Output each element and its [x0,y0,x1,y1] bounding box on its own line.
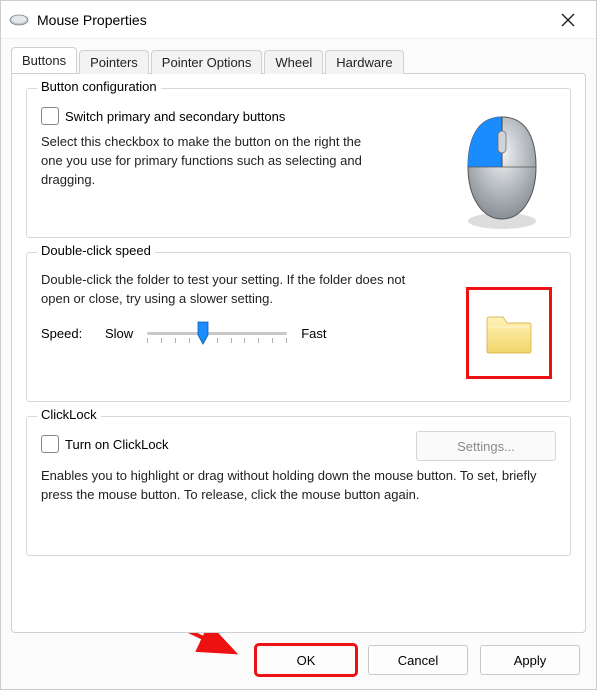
mouse-illustration [452,111,552,234]
switch-buttons-checkbox[interactable] [41,107,59,125]
group-button-configuration: Button configuration Switch primary and … [26,88,571,238]
cancel-button[interactable]: Cancel [368,645,468,675]
switch-buttons-label: Switch primary and secondary buttons [65,109,285,124]
button-label: OK [297,653,316,668]
tabstrip: Buttons Pointers Pointer Options Wheel H… [11,45,586,73]
switch-buttons-description: Select this checkbox to make the button … [41,133,381,190]
group-legend: Button configuration [37,79,161,94]
ok-button[interactable]: OK [256,645,356,675]
clicklock-settings-button: Settings... [416,431,556,461]
slow-label: Slow [105,326,133,341]
tabpanel-buttons: Button configuration Switch primary and … [11,73,586,633]
tab-label: Wheel [275,55,312,70]
tab-label: Pointer Options [162,55,252,70]
clicklock-checkbox[interactable] [41,435,59,453]
tab-wheel[interactable]: Wheel [264,50,323,74]
close-button[interactable] [548,4,588,36]
folder-icon [483,307,535,359]
titlebar: Mouse Properties [1,1,596,39]
tab-hardware[interactable]: Hardware [325,50,403,74]
tab-pointers[interactable]: Pointers [79,50,149,74]
test-folder[interactable] [466,287,552,379]
tab-pointer-options[interactable]: Pointer Options [151,50,263,74]
group-double-click-speed: Double-click speed Double-click the fold… [26,252,571,402]
client-area: Buttons Pointers Pointer Options Wheel H… [1,39,596,689]
double-click-speed-slider[interactable] [147,323,287,345]
tab-buttons[interactable]: Buttons [11,47,77,73]
button-label: Cancel [398,653,438,668]
mouse-icon [9,13,29,27]
clicklock-label: Turn on ClickLock [65,437,169,452]
double-click-description: Double-click the folder to test your set… [41,271,421,309]
fast-label: Fast [301,326,326,341]
button-label: Apply [514,653,547,668]
apply-button[interactable]: Apply [480,645,580,675]
group-clicklock: ClickLock Turn on ClickLock Settings... … [26,416,571,556]
tab-label: Hardware [336,55,392,70]
tab-label: Pointers [90,55,138,70]
settings-button-label: Settings... [457,439,515,454]
slider-thumb[interactable] [197,321,209,345]
group-legend: ClickLock [37,407,101,422]
clicklock-description: Enables you to highlight or drag without… [41,467,551,505]
mouse-properties-window: Mouse Properties Buttons Pointers Pointe… [0,0,597,690]
group-legend: Double-click speed [37,243,155,258]
window-title: Mouse Properties [37,12,147,28]
dialog-button-row: OK Cancel Apply [11,633,586,689]
speed-label: Speed: [41,326,91,341]
close-icon [561,13,575,27]
tab-label: Buttons [22,53,66,68]
